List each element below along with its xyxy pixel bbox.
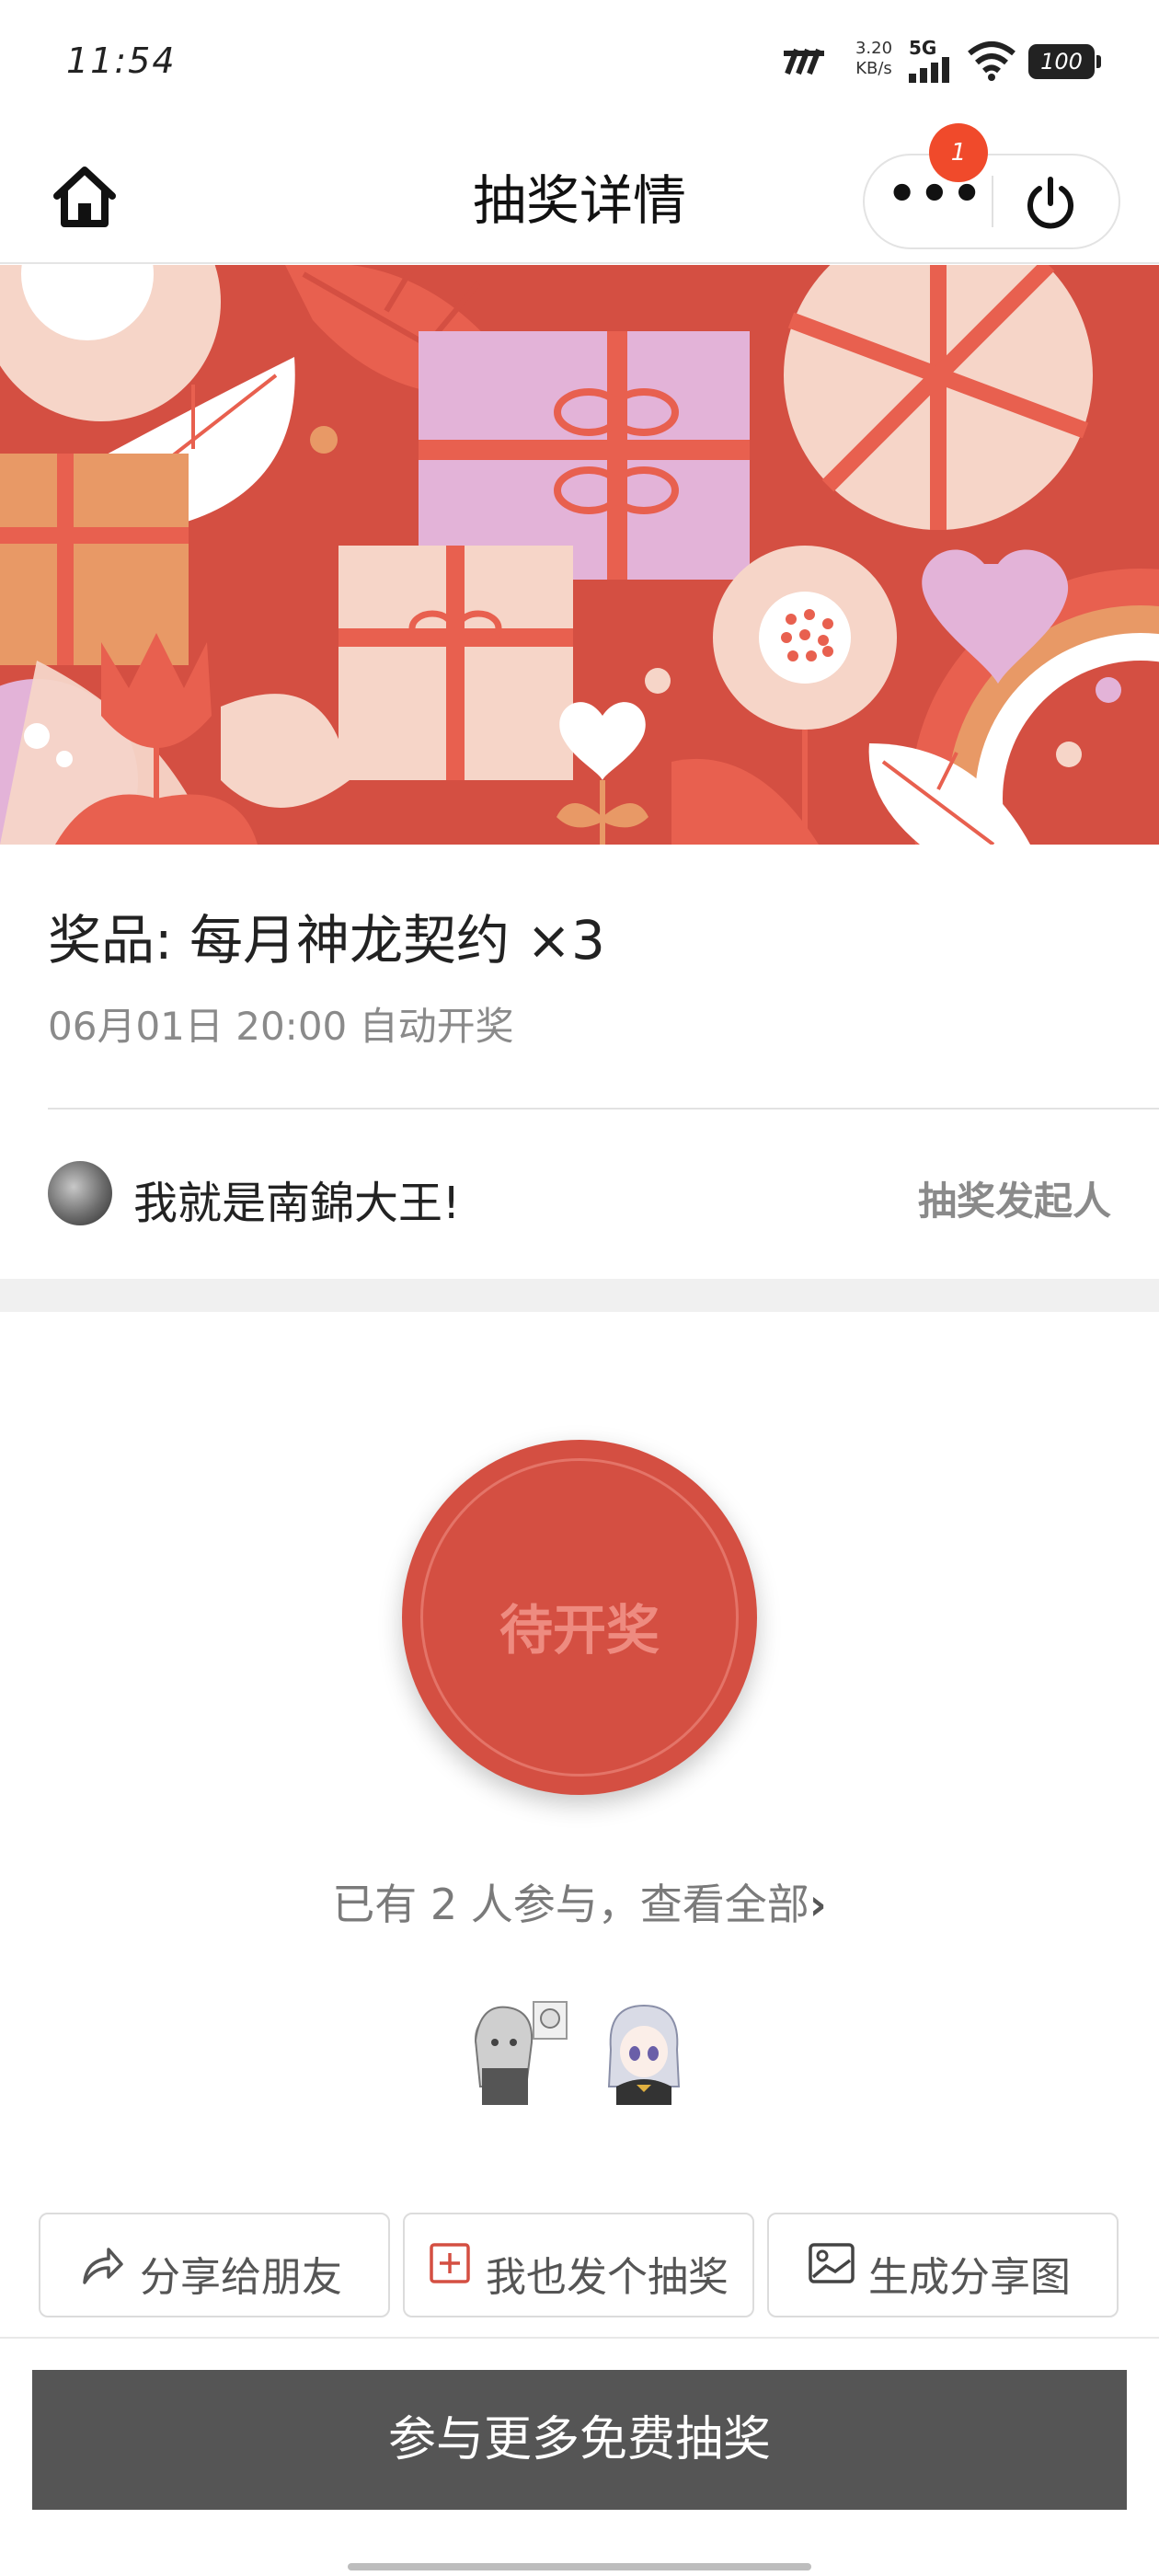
draw-status-button[interactable]: 待开奖	[402, 1440, 757, 1795]
chevron-right-icon: ›	[809, 1880, 827, 1929]
divider	[48, 1108, 1159, 1110]
create-lottery-button[interactable]: 我也发个抽奖	[403, 2213, 754, 2317]
sponsor-name[interactable]: 我就是南錦大王!	[133, 1167, 460, 1231]
prize-banner-illustration	[0, 265, 1159, 845]
net-speed-value: 3.20	[855, 39, 893, 58]
join-more-lotteries-button[interactable]: 参与更多免费抽奖	[32, 2370, 1127, 2510]
create-lottery-label: 我也发个抽奖	[486, 2254, 729, 2301]
sponsor-avatar[interactable]	[48, 1161, 112, 1225]
participants-text: 已有 2 人参与，查看全部	[332, 1880, 809, 1929]
draw-time: 06月01日 20:00 自动开奖	[48, 1004, 514, 1049]
battery-indicator: 100	[1028, 44, 1101, 79]
status-time: 11:54	[66, 40, 177, 81]
net-speed-unit: KB/s	[855, 59, 892, 78]
carrier-icon	[784, 48, 824, 75]
capsule-divider	[992, 176, 993, 227]
home-indicator[interactable]	[348, 2563, 811, 2570]
participants-link[interactable]: 已有 2 人参与，查看全部›	[0, 1871, 1159, 1932]
add-square-icon	[430, 2243, 470, 2283]
share-icon	[83, 2248, 123, 2284]
wifi-icon	[968, 41, 1016, 81]
sponsor-role: 抽奖发起人	[917, 1179, 1111, 1224]
image-icon	[809, 2243, 855, 2283]
share-to-friends-label: 分享给朋友	[140, 2254, 342, 2301]
net-speed: 3.20 KB/s	[846, 39, 901, 79]
signal-icon	[909, 57, 949, 83]
draw-status-label: 待开奖	[499, 1599, 660, 1662]
participant-avatar[interactable]	[589, 1995, 699, 2105]
generate-share-image-label: 生成分享图	[868, 2254, 1071, 2301]
share-to-friends-button[interactable]: 分享给朋友	[39, 2213, 390, 2317]
participant-avatar[interactable]	[462, 1995, 572, 2105]
divider	[0, 2337, 1159, 2339]
status-bar: 11:54 3.20 KB/s 5G 100	[0, 0, 1159, 124]
generate-share-image-button[interactable]: 生成分享图	[767, 2213, 1119, 2317]
mini-program-capsule: •••	[863, 154, 1120, 249]
prize-title: 奖品: 每月神龙契约 ×3	[48, 909, 605, 972]
notification-badge: 1	[929, 123, 988, 182]
power-icon[interactable]	[1021, 174, 1080, 233]
network-type: 5G	[909, 37, 937, 59]
more-button[interactable]: •••	[887, 170, 982, 229]
section-gap	[0, 1279, 1159, 1312]
